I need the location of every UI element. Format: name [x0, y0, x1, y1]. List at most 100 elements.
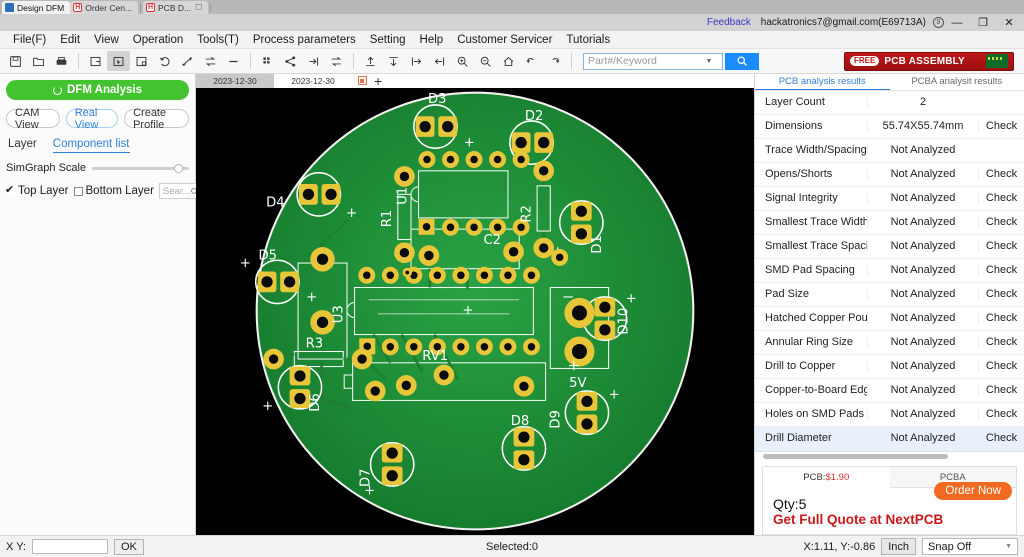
table-row[interactable]: Holes on SMD Pads Not Analyzed Check — [755, 403, 1024, 427]
menu-view[interactable]: View — [87, 31, 126, 49]
redo-icon[interactable] — [543, 51, 566, 71]
check-button[interactable]: Check — [978, 336, 1024, 349]
horizontal-scrollbar[interactable] — [755, 452, 1024, 461]
check-button[interactable]: Check — [978, 264, 1024, 277]
align-left-icon[interactable] — [405, 51, 428, 71]
user-avatar-icon[interactable] — [933, 17, 944, 28]
xy-input[interactable] — [31, 539, 108, 554]
check-button[interactable]: Check — [978, 192, 1024, 205]
share-icon[interactable] — [279, 51, 302, 71]
align-right-icon[interactable] — [428, 51, 451, 71]
browser-tab-design-dfm[interactable]: Design DFM — [2, 1, 71, 14]
full-quote-link[interactable]: Get Full Quote at NextPCB — [763, 512, 1016, 534]
tab-pcba-analysis-results[interactable]: PCBA analysit results — [890, 74, 1024, 90]
unit-toggle-button[interactable]: Inch — [881, 538, 916, 555]
browser-tab-order-center[interactable]: Order Cen... — [70, 1, 139, 14]
check-button[interactable]: Check — [978, 288, 1024, 301]
menu-help[interactable]: Help — [413, 31, 451, 49]
check-button[interactable]: Check — [978, 120, 1024, 133]
table-row[interactable]: Opens/Shorts Not Analyzed Check — [755, 163, 1024, 187]
undo-icon[interactable] — [520, 51, 543, 71]
minimize-button[interactable]: — — [944, 14, 970, 31]
tab-pcb-analysis-results[interactable]: PCB analysis results — [755, 74, 890, 90]
menu-setting[interactable]: Setting — [363, 31, 413, 49]
check-button[interactable]: Check — [978, 216, 1024, 229]
table-row[interactable]: Trace Width/Spacing Not Analyzed — [755, 139, 1024, 163]
align-top-icon[interactable] — [359, 51, 382, 71]
rotate-icon[interactable] — [153, 51, 176, 71]
quote-tab-pcb[interactable]: PCB: $1.90 — [763, 467, 890, 488]
check-button[interactable]: Check — [978, 360, 1024, 373]
table-row[interactable]: Smallest Trace Width Not Analyzed Check — [755, 211, 1024, 235]
export-icon[interactable] — [325, 51, 348, 71]
zoom-out-icon[interactable] — [474, 51, 497, 71]
stop-icon[interactable] — [358, 76, 367, 86]
menu-operation[interactable]: Operation — [126, 31, 191, 49]
select-area-icon[interactable] — [84, 51, 107, 71]
check-button[interactable]: Check — [978, 384, 1024, 397]
real-view-button[interactable]: Real View — [65, 107, 119, 131]
scrollbar-thumb[interactable] — [763, 453, 948, 459]
tab-component-list[interactable]: Component list — [52, 138, 130, 153]
table-row[interactable]: Pad Size Not Analyzed Check — [755, 283, 1024, 307]
dfm-analysis-button[interactable]: DFM Analysis — [6, 80, 189, 100]
menu-customer-servicer[interactable]: Customer Servicer — [450, 31, 559, 49]
table-row[interactable]: SMD Pad Spacing Not Analyzed Check — [755, 259, 1024, 283]
menu-file[interactable]: File(F) — [6, 31, 53, 49]
cam-view-button[interactable]: CAM View — [6, 107, 60, 131]
table-row[interactable]: Smallest Trace SpacingNot AnalyzedCheck — [755, 235, 1024, 259]
close-icon[interactable]: ☐ — [195, 3, 202, 12]
part-search-box[interactable]: ▼ — [583, 52, 723, 70]
check-button[interactable]: Check — [978, 432, 1024, 445]
table-row[interactable]: Hatched Copper Pour Not Analyzed Check — [755, 307, 1024, 331]
add-frame-icon[interactable] — [130, 51, 153, 71]
cursor-select-icon[interactable] — [107, 51, 130, 71]
print-icon[interactable] — [50, 51, 73, 71]
flip-icon[interactable] — [199, 51, 222, 71]
check-button[interactable]: Check — [978, 312, 1024, 325]
document-tab-2[interactable]: 2023-12-30 — [274, 74, 352, 88]
table-row[interactable]: Copper-to-Board Edge Not Analyzed Check — [755, 379, 1024, 403]
bottom-layer-checkbox[interactable]: Bottom Layer — [73, 185, 154, 197]
document-tab-1[interactable]: 2023-12-30 — [196, 74, 274, 88]
line-icon[interactable] — [222, 51, 245, 71]
pcb-assembly-banner[interactable]: FREE PCB ASSEMBLY — [844, 51, 1014, 71]
top-layer-checkbox[interactable]: Top Layer — [5, 183, 69, 198]
menu-edit[interactable]: Edit — [53, 31, 87, 49]
simgraph-scale-slider[interactable] — [92, 163, 189, 173]
chevron-down-icon[interactable]: ▼ — [702, 58, 716, 65]
measure-icon[interactable] — [176, 51, 199, 71]
save-icon[interactable] — [4, 51, 27, 71]
check-button[interactable]: Check — [978, 408, 1024, 421]
menu-tools[interactable]: Tools(T) — [190, 31, 246, 49]
tab-layer[interactable]: Layer — [8, 138, 37, 153]
checkbox-icon[interactable] — [5, 183, 15, 196]
search-input[interactable] — [584, 53, 702, 69]
menu-process-parameters[interactable]: Process parameters — [246, 31, 363, 49]
checkbox-icon[interactable] — [73, 186, 83, 196]
table-row[interactable]: Drill to Copper Not Analyzed Check — [755, 355, 1024, 379]
table-row[interactable]: Annular Ring Size Not Analyzed Check — [755, 331, 1024, 355]
snap-select[interactable]: Snap Off ▼ — [922, 538, 1018, 555]
feedback-link[interactable]: Feedback — [707, 17, 751, 28]
zoom-in-icon[interactable] — [451, 51, 474, 71]
align-bottom-icon[interactable] — [382, 51, 405, 71]
check-button[interactable]: Check — [978, 240, 1024, 253]
create-profile-button[interactable]: Create Profile — [124, 107, 190, 131]
slider-handle[interactable] — [174, 163, 183, 173]
panelize-icon[interactable] — [256, 51, 279, 71]
table-row[interactable]: Drill Diameter Not Analyzed Check — [755, 426, 1024, 451]
import-icon[interactable] — [302, 51, 325, 71]
table-row[interactable]: Layer Count 2 — [755, 91, 1024, 115]
table-row[interactable]: Signal Integrity Not Analyzed Check — [755, 187, 1024, 211]
close-button[interactable]: ✕ — [996, 14, 1022, 31]
order-now-button[interactable]: Order Now — [934, 482, 1012, 500]
pcb-canvas[interactable]: D3 + D2 D4 + D5 + D6 + D7 + D8 D9 + D10 … — [196, 87, 754, 535]
browser-tab-pcb-d[interactable]: PCB D... ☐ — [143, 1, 209, 14]
home-icon[interactable] — [497, 51, 520, 71]
open-folder-icon[interactable] — [27, 51, 50, 71]
search-button[interactable] — [725, 52, 759, 70]
menu-tutorials[interactable]: Tutorials — [559, 31, 617, 49]
table-row[interactable]: Dimensions 55.74X55.74mm Check — [755, 115, 1024, 139]
ok-button[interactable]: OK — [113, 538, 144, 555]
